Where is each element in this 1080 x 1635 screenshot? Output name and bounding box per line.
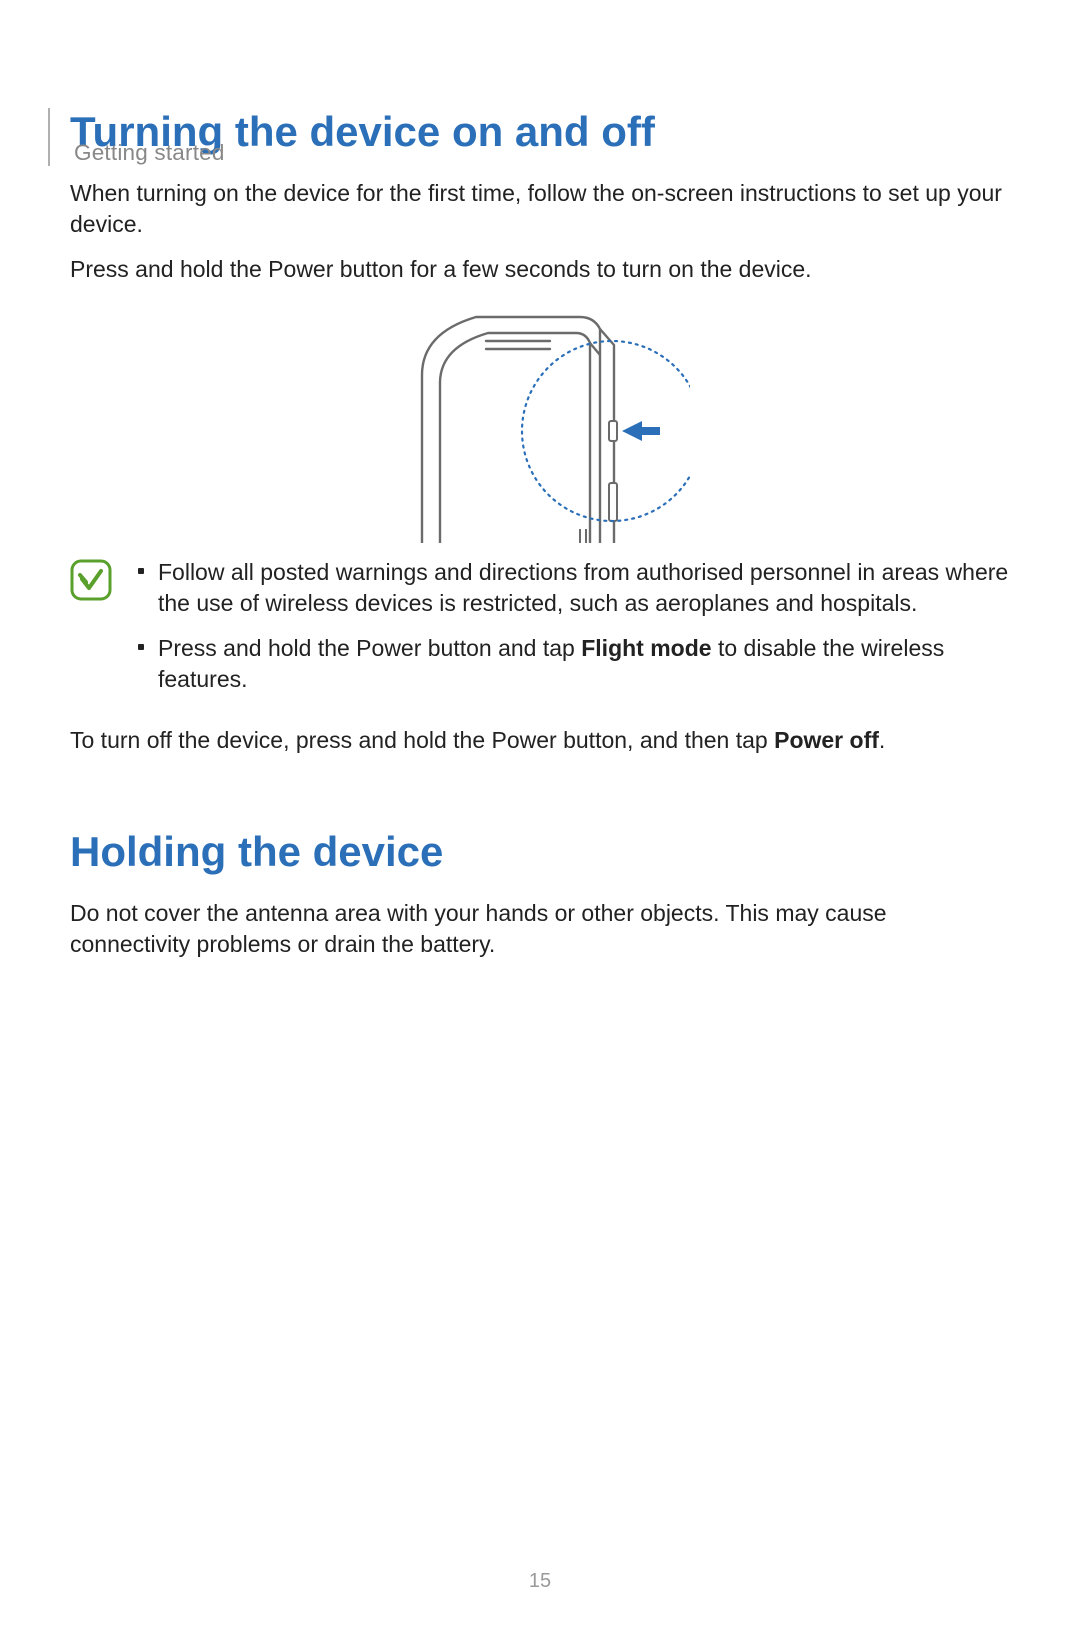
- arrow-icon: [622, 421, 660, 441]
- bullet-dot-icon: [138, 568, 144, 574]
- paragraph-power-off: To turn off the device, press and hold t…: [70, 725, 1010, 756]
- page-number: 15: [0, 1570, 1080, 1593]
- device-power-illustration: [390, 303, 690, 543]
- header-rule: [48, 108, 50, 166]
- note-block: Follow all posted warnings and direction…: [70, 557, 1010, 709]
- heading-holding-device: Holding the device: [70, 828, 1010, 876]
- illustration-power-button: [70, 303, 1010, 543]
- note-bullet-1-text: Follow all posted warnings and direction…: [158, 557, 1010, 619]
- note-bullet-2-text: Press and hold the Power button and tap …: [158, 633, 1010, 695]
- note-icon: [70, 559, 112, 606]
- bullet-dot-icon: [138, 644, 144, 650]
- note-bullet-2: Press and hold the Power button and tap …: [138, 633, 1010, 695]
- paragraph-first-time: When turning on the device for the first…: [70, 178, 1010, 240]
- paragraph-antenna: Do not cover the antenna area with your …: [70, 898, 1010, 960]
- paragraph-press-hold: Press and hold the Power button for a fe…: [70, 254, 1010, 285]
- running-header: Getting started: [74, 140, 225, 166]
- page: Getting started Turning the device on an…: [0, 108, 1080, 1635]
- note-bullet-1: Follow all posted warnings and direction…: [138, 557, 1010, 619]
